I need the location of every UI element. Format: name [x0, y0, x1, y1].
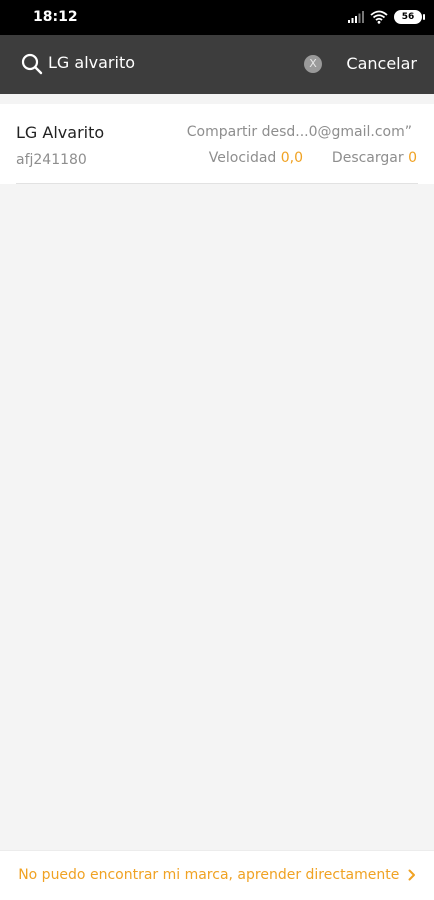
learn-directly-label: No puedo encontrar mi marca, aprender di… — [18, 867, 400, 883]
status-time: 18:12 — [33, 9, 78, 25]
result-stats: Velocidad 0,0 Descargar 0 — [209, 150, 417, 166]
learn-directly-link[interactable]: No puedo encontrar mi marca, aprender di… — [0, 867, 434, 883]
search-bar: LG alvarito X Cancelar — [0, 35, 434, 94]
battery-icon: 56 — [394, 10, 425, 24]
search-input[interactable]: LG alvarito — [48, 53, 135, 72]
result-share-text: Compartir desd...0@gmail.com” — [186, 124, 412, 140]
speed-label: Velocidad — [208, 150, 277, 166]
clear-icon[interactable]: X — [304, 55, 322, 73]
status-bar: 18:12 56 — [0, 0, 434, 35]
chevron-right-icon — [408, 869, 415, 881]
wifi-icon — [370, 10, 388, 24]
signal-icon — [348, 11, 364, 23]
result-name: LG Alvarito — [16, 123, 105, 142]
result-id: afj241180 — [16, 152, 87, 168]
search-icon — [21, 53, 43, 75]
result-item[interactable]: LG Alvarito afj241180 Compartir desd...0… — [0, 104, 434, 184]
download-value: 0 — [408, 150, 417, 166]
footer: No puedo encontrar mi marca, aprender di… — [0, 850, 434, 900]
divider — [16, 183, 418, 184]
speed-value: 0,0 — [280, 150, 304, 166]
cancel-button[interactable]: Cancelar — [346, 54, 417, 73]
download-label: Descargar — [331, 150, 404, 166]
status-icons: 56 — [348, 10, 425, 24]
